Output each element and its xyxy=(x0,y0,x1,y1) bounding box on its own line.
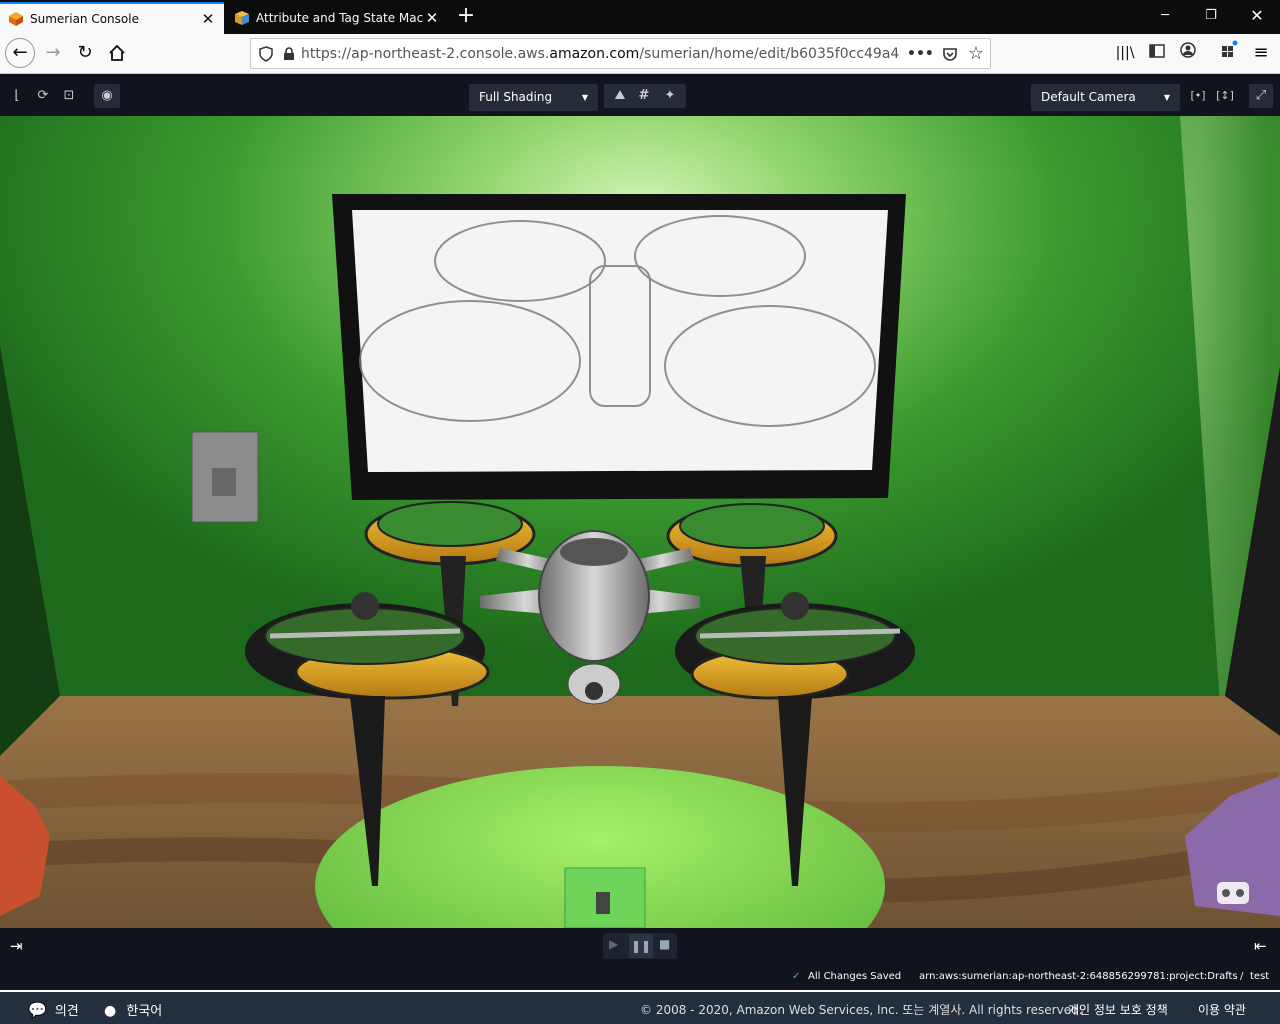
breadcrumb-separator: / xyxy=(1240,971,1244,982)
camera-label: Default Camera xyxy=(1041,90,1136,104)
project-arn: arn:aws:sumerian:ap-northeast-2:64885629… xyxy=(919,971,1238,982)
close-window-button[interactable]: ✕ xyxy=(1234,0,1280,34)
pause-icon[interactable]: ❚❚ xyxy=(629,934,653,958)
effects-wand-icon[interactable]: ✦ xyxy=(660,84,680,108)
tab-title: Attribute and Tag State Mach xyxy=(256,11,424,25)
scale-icon[interactable]: ⊡ xyxy=(58,84,80,108)
url-domain: amazon.com xyxy=(549,45,640,62)
new-tab-button[interactable]: + xyxy=(452,4,480,30)
tab-attribute-state-machine[interactable]: Attribute and Tag State Mach ✕ xyxy=(226,2,448,34)
camera-dropdown[interactable]: Default Camera ▼ xyxy=(1031,84,1180,111)
url-prefix: https://ap-northeast-2.console.aws. xyxy=(301,45,550,62)
close-tab-icon[interactable]: ✕ xyxy=(200,10,216,28)
chevron-down-icon: ▼ xyxy=(1163,93,1170,102)
pocket-icon[interactable] xyxy=(942,46,958,62)
home-button[interactable] xyxy=(102,38,132,68)
copyright-text: © 2008 - 2020, Amazon Web Services, Inc.… xyxy=(640,1003,1083,1017)
sumerian-cube-icon xyxy=(9,12,23,26)
package-icon xyxy=(235,11,249,25)
collapse-left-panel-icon[interactable]: ⇥ xyxy=(10,937,23,955)
restore-button[interactable]: ❐ xyxy=(1188,0,1234,34)
bookmark-star-icon[interactable]: ☆ xyxy=(968,43,984,64)
sidebar-button[interactable] xyxy=(1142,38,1172,68)
language-label: 한국어 xyxy=(126,1004,163,1019)
tab-sumerian-console[interactable]: Sumerian Console ✕ xyxy=(0,2,224,34)
reload-button[interactable]: ↻ xyxy=(70,38,100,68)
status-bar: ✓ All Changes Saved arn:aws:sumerian:ap-… xyxy=(0,964,1280,990)
scene-name[interactable]: test xyxy=(1250,971,1269,982)
check-icon: ✓ xyxy=(792,971,801,982)
play-icon[interactable]: ▶ xyxy=(609,937,618,951)
tab-title: Sumerian Console xyxy=(30,12,139,26)
focus-selection-icon[interactable]: [•] xyxy=(1187,84,1209,108)
url-bar[interactable]: https://ap-northeast-2.console.aws.amazo… xyxy=(250,38,991,69)
world-space-icon[interactable]: ◉ xyxy=(94,84,120,108)
playback-bar: ⇥ ▶ ❚❚ ■ ⇤ xyxy=(0,928,1280,964)
transform-axis-icon[interactable]: ⌊ xyxy=(6,84,28,108)
collapse-right-panel-icon[interactable]: ⇤ xyxy=(1254,937,1267,955)
lock-icon xyxy=(284,46,294,60)
rotate-icon[interactable]: ⟳ xyxy=(32,84,54,108)
close-tab-icon[interactable]: ✕ xyxy=(424,9,440,27)
fullscreen-icon[interactable]: ⤢ xyxy=(1249,84,1273,108)
view-toggles: ⛰ # ✦ xyxy=(604,84,686,108)
speech-bubble-icon: 💬 xyxy=(28,1001,47,1019)
extensions-button[interactable] xyxy=(1214,38,1244,68)
shading-mode-label: Full Shading xyxy=(479,90,553,104)
privacy-link[interactable]: 개인 정보 보호 정책 xyxy=(1068,1001,1168,1018)
stop-icon[interactable]: ■ xyxy=(659,937,670,951)
home-icon xyxy=(109,44,125,61)
environment-icon[interactable]: ⛰ xyxy=(610,84,630,108)
shading-mode-dropdown[interactable]: Full Shading ▼ xyxy=(469,84,598,111)
page-actions-more-icon[interactable]: ••• xyxy=(907,46,934,62)
vr-mode-icon[interactable] xyxy=(1213,878,1253,908)
globe-icon: ● xyxy=(104,1003,117,1019)
aws-footer: 💬 의견 ● 한국어 © 2008 - 2020, Amazon Web Ser… xyxy=(0,990,1280,1024)
account-button[interactable] xyxy=(1173,38,1203,68)
extensions-icon xyxy=(1222,40,1238,57)
language-selector[interactable]: ● 한국어 xyxy=(104,1000,162,1019)
menu-button[interactable]: ≡ xyxy=(1246,38,1276,68)
browser-tab-bar: Sumerian Console ✕ Attribute and Tag Sta… xyxy=(0,0,1280,34)
feedback-link[interactable]: 💬 의견 xyxy=(28,1000,79,1019)
url-suffix: /sumerian/home/edit/b6035f0cc49a4e3e8 xyxy=(639,45,899,62)
back-button[interactable]: ← xyxy=(5,38,35,68)
forward-button[interactable]: → xyxy=(38,38,68,68)
playback-controls: ▶ ❚❚ ■ xyxy=(603,933,677,959)
scene-viewport[interactable] xyxy=(0,116,1280,928)
sidebar-icon xyxy=(1149,44,1165,58)
browser-nav-bar: ← → ↻ https://ap-northeast-2.console.aws… xyxy=(0,34,1280,74)
frame-all-icon[interactable]: [↕] xyxy=(1214,84,1236,108)
scene-render xyxy=(0,116,1280,928)
save-status: All Changes Saved xyxy=(808,971,902,982)
chevron-down-icon: ▼ xyxy=(581,93,588,102)
library-icon[interactable]: |||\ xyxy=(1110,38,1140,68)
account-icon xyxy=(1180,42,1196,58)
terms-link[interactable]: 이용 약관 xyxy=(1198,1001,1246,1018)
minimize-button[interactable]: ─ xyxy=(1142,0,1188,34)
url-text: https://ap-northeast-2.console.aws.amazo… xyxy=(301,46,899,62)
feedback-label: 의견 xyxy=(54,1004,79,1019)
editor-toolbar: ⌊ ⟳ ⊡ ◉ Full Shading ▼ ⛰ # ✦ Default Cam… xyxy=(0,74,1280,116)
grid-icon[interactable]: # xyxy=(634,84,654,108)
shield-icon xyxy=(259,45,273,62)
